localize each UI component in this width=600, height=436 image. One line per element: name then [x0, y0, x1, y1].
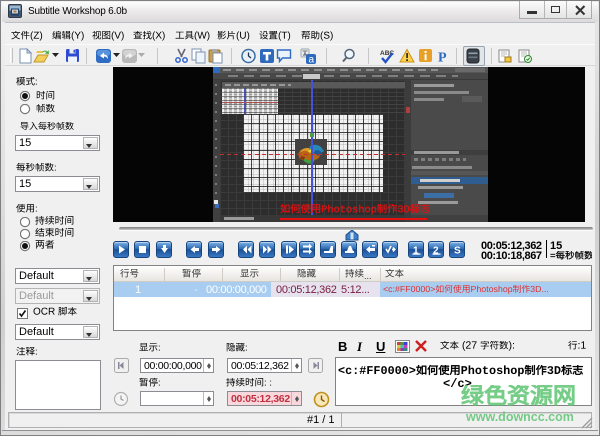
svg-text:S: S: [454, 246, 461, 257]
svg-text:1: 1: [413, 246, 419, 257]
svg-text:P: P: [438, 51, 447, 65]
svg-text:a: a: [309, 55, 315, 65]
svg-text:2: 2: [433, 246, 439, 257]
